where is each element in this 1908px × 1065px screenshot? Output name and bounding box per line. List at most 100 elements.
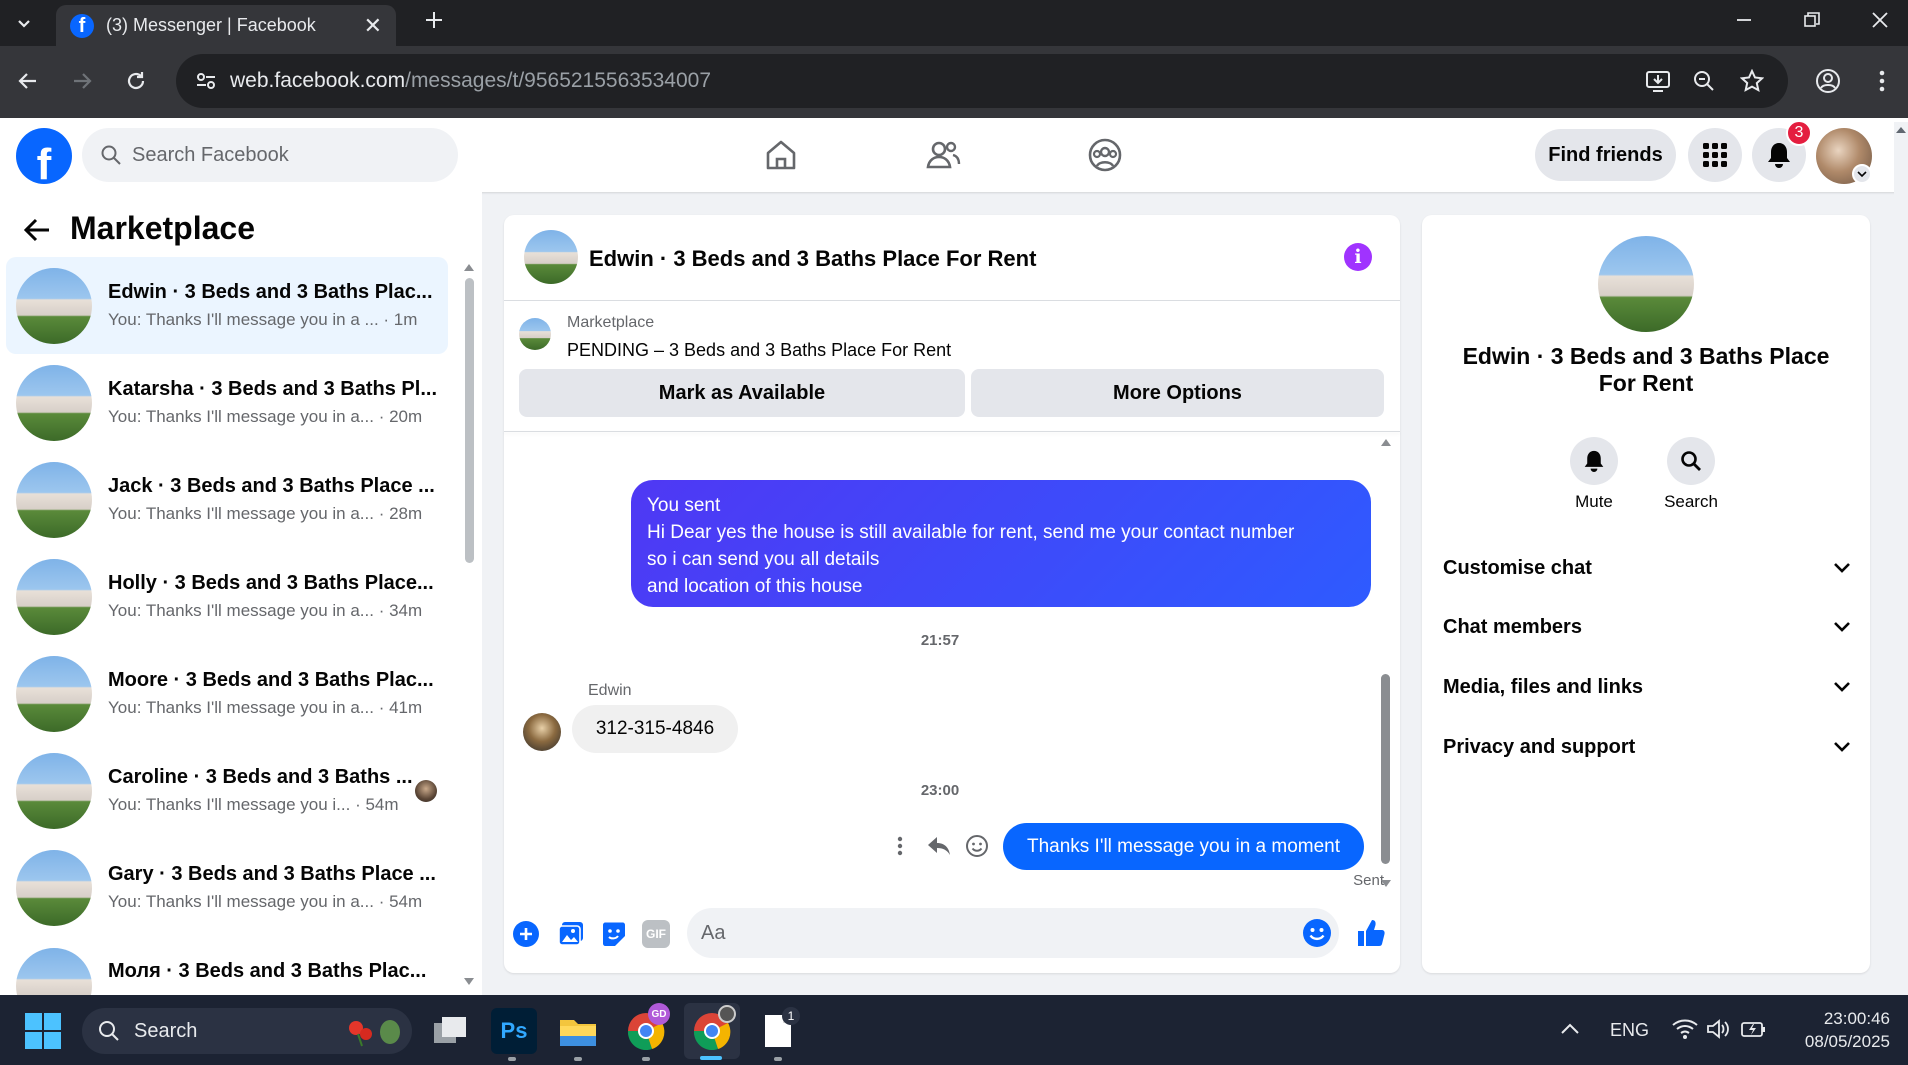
info-icon[interactable]: i [1344,243,1372,271]
conversation-list-scrollbar[interactable] [463,262,475,987]
account-chevron-icon[interactable] [1852,164,1872,184]
language-indicator[interactable]: ENG [1610,1020,1649,1041]
timestamp: 21:57 [920,632,960,649]
zoom-icon[interactable] [1684,61,1724,101]
groups-icon[interactable] [1086,136,1124,174]
notepad-icon[interactable]: 1 [752,1005,804,1057]
grid-icon [1703,143,1727,167]
conversation-preview: You: Thanks I'll message you i... [108,795,351,814]
message-text: and location of this house [647,576,863,597]
media-files-links-section[interactable]: Media, files and links [1443,665,1851,709]
back-arrow-icon[interactable] [22,216,52,244]
forward-arrow-icon[interactable] [62,61,102,101]
search-in-chat-button[interactable] [1667,437,1715,485]
conversation-name: Edwin · 3 Beds and 3 Baths Plac... [108,281,433,303]
chat-members-section[interactable]: Chat members [1443,605,1851,649]
gif-icon[interactable]: GIF [642,920,670,948]
conversation-item[interactable]: Моля · 3 Beds and 3 Baths Plac... [6,936,448,995]
browser-tab-messenger[interactable]: f (3) Messenger | Facebook ✕ [56,5,396,46]
thumbs-up-icon[interactable] [1355,917,1387,949]
chat-info-avatar[interactable] [1598,236,1694,332]
add-attachment-icon[interactable] [512,920,540,948]
conversation-item[interactable]: Edwin · 3 Beds and 3 Baths Plac... You: … [6,257,448,354]
battery-charging-icon[interactable] [1740,1018,1768,1040]
browser-menu-icon[interactable] [1862,61,1902,101]
sender-avatar[interactable] [523,713,561,751]
message-input[interactable]: Aa [687,908,1339,958]
conversation-name: Holly · 3 Beds and 3 Baths Place... [108,572,434,594]
conversation-name: Katarsha · 3 Beds and 3 Baths Pl... [108,378,437,400]
show-hidden-icons-chevron-icon[interactable] [1560,1022,1580,1036]
more-actions-icon[interactable] [896,835,904,857]
new-tab-icon[interactable] [414,0,454,40]
listing-thumbnail [16,849,92,926]
find-friends-button[interactable]: Find friends [1535,129,1676,181]
message-text: so i can send you all details [647,549,880,570]
customise-chat-section[interactable]: Customise chat [1443,546,1851,590]
conversation-item[interactable]: Holly · 3 Beds and 3 Baths Place... You:… [6,548,448,645]
chevron-down-icon [1834,563,1850,573]
page-scrollbar[interactable] [1894,122,1908,995]
close-window-icon[interactable] [1860,0,1900,40]
sent-message-bubble[interactable]: You sent Hi Dear yes the house is still … [631,480,1371,607]
photo-icon[interactable] [557,920,585,948]
bookmark-star-icon[interactable] [1732,61,1772,101]
reply-icon[interactable] [926,834,952,858]
clock[interactable]: 23:00:46 08/05/2025 [1780,1007,1890,1053]
conversation-item[interactable]: Moore · 3 Beds and 3 Baths Plac... You: … [6,645,448,742]
windows-start-icon[interactable] [24,1012,62,1050]
conversation-preview: You: Thanks I'll message you in a ... [108,310,379,329]
install-app-icon[interactable] [1638,61,1678,101]
friends-icon[interactable] [924,136,962,174]
sent-message-bubble[interactable]: Thanks I'll message you in a moment [1003,823,1364,870]
menu-grid-button[interactable] [1688,128,1742,182]
privacy-support-section[interactable]: Privacy and support [1443,725,1851,769]
home-icon[interactable] [762,136,800,174]
section-label: Chat members [1443,615,1582,638]
react-emoji-icon[interactable] [965,834,989,858]
volume-icon[interactable] [1706,1018,1732,1040]
chrome-profile-gd-icon[interactable]: GD [620,1003,672,1057]
profile-icon[interactable] [1808,61,1848,101]
conversation-item[interactable]: Caroline · 3 Beds and 3 Baths ... You: T… [6,742,448,839]
facebook-logo-icon[interactable]: f [16,128,72,184]
site-info-icon[interactable] [194,69,218,93]
flower-widget-icon [338,1016,404,1048]
taskbar-search[interactable]: Search [82,1008,412,1054]
conversation-preview: You: Thanks I'll message you in a... [108,504,374,523]
close-tab-icon[interactable]: ✕ [364,13,382,39]
search-icon [1681,451,1701,471]
tab-search-chevron-icon[interactable] [4,3,44,43]
wifi-icon[interactable] [1672,1018,1698,1040]
conversation-item[interactable]: Jack · 3 Beds and 3 Baths Place ... You:… [6,451,448,548]
conversation-time: · 34m [378,601,423,620]
more-options-button[interactable]: More Options [971,369,1384,417]
conversation-name: Моля · 3 Beds and 3 Baths Plac... [108,960,427,982]
photoshop-app-icon[interactable]: Ps [491,1008,537,1054]
search-facebook-input[interactable]: Search Facebook [82,128,458,182]
conversation-preview: You: Thanks I'll message you in a... [108,698,374,717]
chat-title[interactable]: Edwin · 3 Beds and 3 Baths Place For Ren… [589,246,1036,272]
emoji-icon[interactable] [1302,918,1332,948]
minimize-window-icon[interactable] [1724,0,1764,40]
restore-window-icon[interactable] [1792,0,1832,40]
reload-icon[interactable] [116,61,156,101]
task-view-icon[interactable] [424,1005,476,1057]
chat-avatar[interactable] [524,230,578,284]
sticker-icon[interactable] [600,920,628,948]
chrome-active-icon[interactable] [684,1003,740,1059]
conversation-item[interactable]: Katarsha · 3 Beds and 3 Baths Pl... You:… [6,354,448,451]
conversation-item[interactable]: Gary · 3 Beds and 3 Baths Place ... You:… [6,839,448,936]
address-bar[interactable]: web.facebook.com/messages/t/956521556353… [176,54,1788,108]
search-placeholder: Search Facebook [132,143,289,166]
chat-scrollbar[interactable] [1380,437,1392,889]
file-explorer-icon[interactable] [552,1005,604,1057]
taskbar-search-label: Search [134,1019,198,1042]
clock-time: 23:00:46 [1823,1009,1890,1028]
back-arrow-icon[interactable] [8,61,48,101]
received-message-bubble[interactable]: 312-315-4846 [572,705,738,753]
profile-badge: GD [648,1003,670,1025]
mute-button[interactable] [1570,437,1618,485]
divider [504,431,1400,432]
mark-available-button[interactable]: Mark as Available [519,369,965,417]
